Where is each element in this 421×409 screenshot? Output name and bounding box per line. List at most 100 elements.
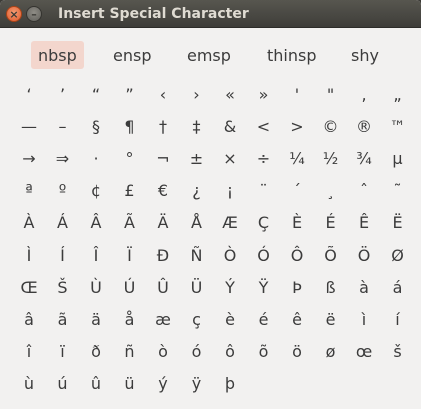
close-button[interactable]: × (6, 6, 22, 22)
character-button[interactable]: – (46, 112, 80, 140)
character-button[interactable]: Æ (213, 209, 247, 237)
character-button[interactable]: ˜ (381, 177, 415, 205)
character-button[interactable]: Ý (213, 273, 247, 301)
character-button[interactable]: ð (79, 338, 113, 366)
character-button[interactable]: Ê (347, 209, 381, 237)
character-button[interactable]: · (79, 144, 113, 172)
minimize-button[interactable]: – (26, 6, 42, 22)
character-button[interactable]: é (247, 305, 281, 333)
character-button[interactable]: , (347, 80, 381, 108)
character-button[interactable]: º (46, 177, 80, 205)
character-button[interactable]: Ÿ (247, 273, 281, 301)
character-button[interactable]: Ø (381, 241, 415, 269)
character-button[interactable]: ê (280, 305, 314, 333)
character-button[interactable]: ô (213, 338, 247, 366)
character-button[interactable]: ã (46, 305, 80, 333)
thinsp-button[interactable]: thinsp (260, 41, 324, 69)
character-button[interactable]: ® (347, 112, 381, 140)
shy-button[interactable]: shy (344, 41, 386, 69)
character-button[interactable]: ½ (314, 144, 348, 172)
character-button[interactable]: ‹ (146, 80, 180, 108)
character-button[interactable]: ß (314, 273, 348, 301)
character-button[interactable]: ÷ (247, 144, 281, 172)
character-button[interactable]: Á (46, 209, 80, 237)
character-button[interactable]: ì (347, 305, 381, 333)
character-button[interactable]: Ë (381, 209, 415, 237)
character-button[interactable]: ù (12, 370, 46, 398)
character-button[interactable]: æ (146, 305, 180, 333)
character-button[interactable]: ¨ (247, 177, 281, 205)
character-button[interactable]: ‘ (12, 80, 46, 108)
character-button[interactable]: § (79, 112, 113, 140)
character-button[interactable]: ¢ (79, 177, 113, 205)
ensp-button[interactable]: ensp (106, 41, 158, 69)
character-button[interactable]: Ï (113, 241, 147, 269)
character-button[interactable]: ü (113, 370, 147, 398)
character-button[interactable]: ¼ (280, 144, 314, 172)
character-button[interactable]: à (347, 273, 381, 301)
character-button[interactable]: Ó (247, 241, 281, 269)
character-button[interactable]: Â (79, 209, 113, 237)
character-button[interactable]: Å (180, 209, 214, 237)
character-button[interactable]: í (381, 305, 415, 333)
character-button[interactable]: ¸ (314, 177, 348, 205)
character-button[interactable]: † (146, 112, 180, 140)
character-button[interactable]: Ò (213, 241, 247, 269)
character-button[interactable]: Ð (146, 241, 180, 269)
character-button[interactable]: ´ (280, 177, 314, 205)
character-button[interactable]: Ç (247, 209, 281, 237)
nbsp-button[interactable]: nbsp (31, 41, 84, 69)
character-button[interactable]: ÿ (180, 370, 214, 398)
character-button[interactable]: ý (146, 370, 180, 398)
character-button[interactable]: ' (280, 80, 314, 108)
character-button[interactable]: Ì (12, 241, 46, 269)
character-button[interactable]: î (12, 338, 46, 366)
character-button[interactable]: Û (146, 273, 180, 301)
character-button[interactable]: — (12, 112, 46, 140)
character-button[interactable]: ” (113, 80, 147, 108)
character-button[interactable]: ó (180, 338, 214, 366)
character-button[interactable]: × (213, 144, 247, 172)
character-button[interactable]: € (146, 177, 180, 205)
character-button[interactable]: “ (79, 80, 113, 108)
character-button[interactable]: û (79, 370, 113, 398)
character-button[interactable]: å (113, 305, 147, 333)
character-button[interactable]: ± (180, 144, 214, 172)
character-button[interactable]: ç (180, 305, 214, 333)
character-button[interactable]: É (314, 209, 348, 237)
character-button[interactable]: Í (46, 241, 80, 269)
character-button[interactable]: Š (46, 273, 80, 301)
character-button[interactable]: š (381, 338, 415, 366)
character-button[interactable]: è (213, 305, 247, 333)
character-button[interactable]: Ô (280, 241, 314, 269)
character-button[interactable]: Ö (347, 241, 381, 269)
character-button[interactable]: ° (113, 144, 147, 172)
character-button[interactable]: Õ (314, 241, 348, 269)
character-button[interactable]: Œ (12, 273, 46, 301)
character-button[interactable]: À (12, 209, 46, 237)
character-button[interactable]: ¶ (113, 112, 147, 140)
emsp-button[interactable]: emsp (180, 41, 238, 69)
character-button[interactable]: ¡ (213, 177, 247, 205)
character-button[interactable]: õ (247, 338, 281, 366)
character-button[interactable]: œ (347, 338, 381, 366)
character-button[interactable]: Ä (146, 209, 180, 237)
character-button[interactable]: > (280, 112, 314, 140)
character-button[interactable]: ˆ (347, 177, 381, 205)
character-button[interactable]: Ã (113, 209, 147, 237)
character-button[interactable]: « (213, 80, 247, 108)
character-button[interactable]: " (314, 80, 348, 108)
character-button[interactable]: ’ (46, 80, 80, 108)
character-button[interactable]: ø (314, 338, 348, 366)
character-button[interactable]: Ñ (180, 241, 214, 269)
character-button[interactable]: © (314, 112, 348, 140)
character-button[interactable]: ¿ (180, 177, 214, 205)
character-button[interactable]: á (381, 273, 415, 301)
character-button[interactable]: ñ (113, 338, 147, 366)
character-button[interactable]: ⇒ (46, 144, 80, 172)
character-button[interactable]: › (180, 80, 214, 108)
character-button[interactable]: ¬ (146, 144, 180, 172)
character-button[interactable]: Þ (280, 273, 314, 301)
character-button[interactable]: ï (46, 338, 80, 366)
character-button[interactable]: þ (213, 370, 247, 398)
